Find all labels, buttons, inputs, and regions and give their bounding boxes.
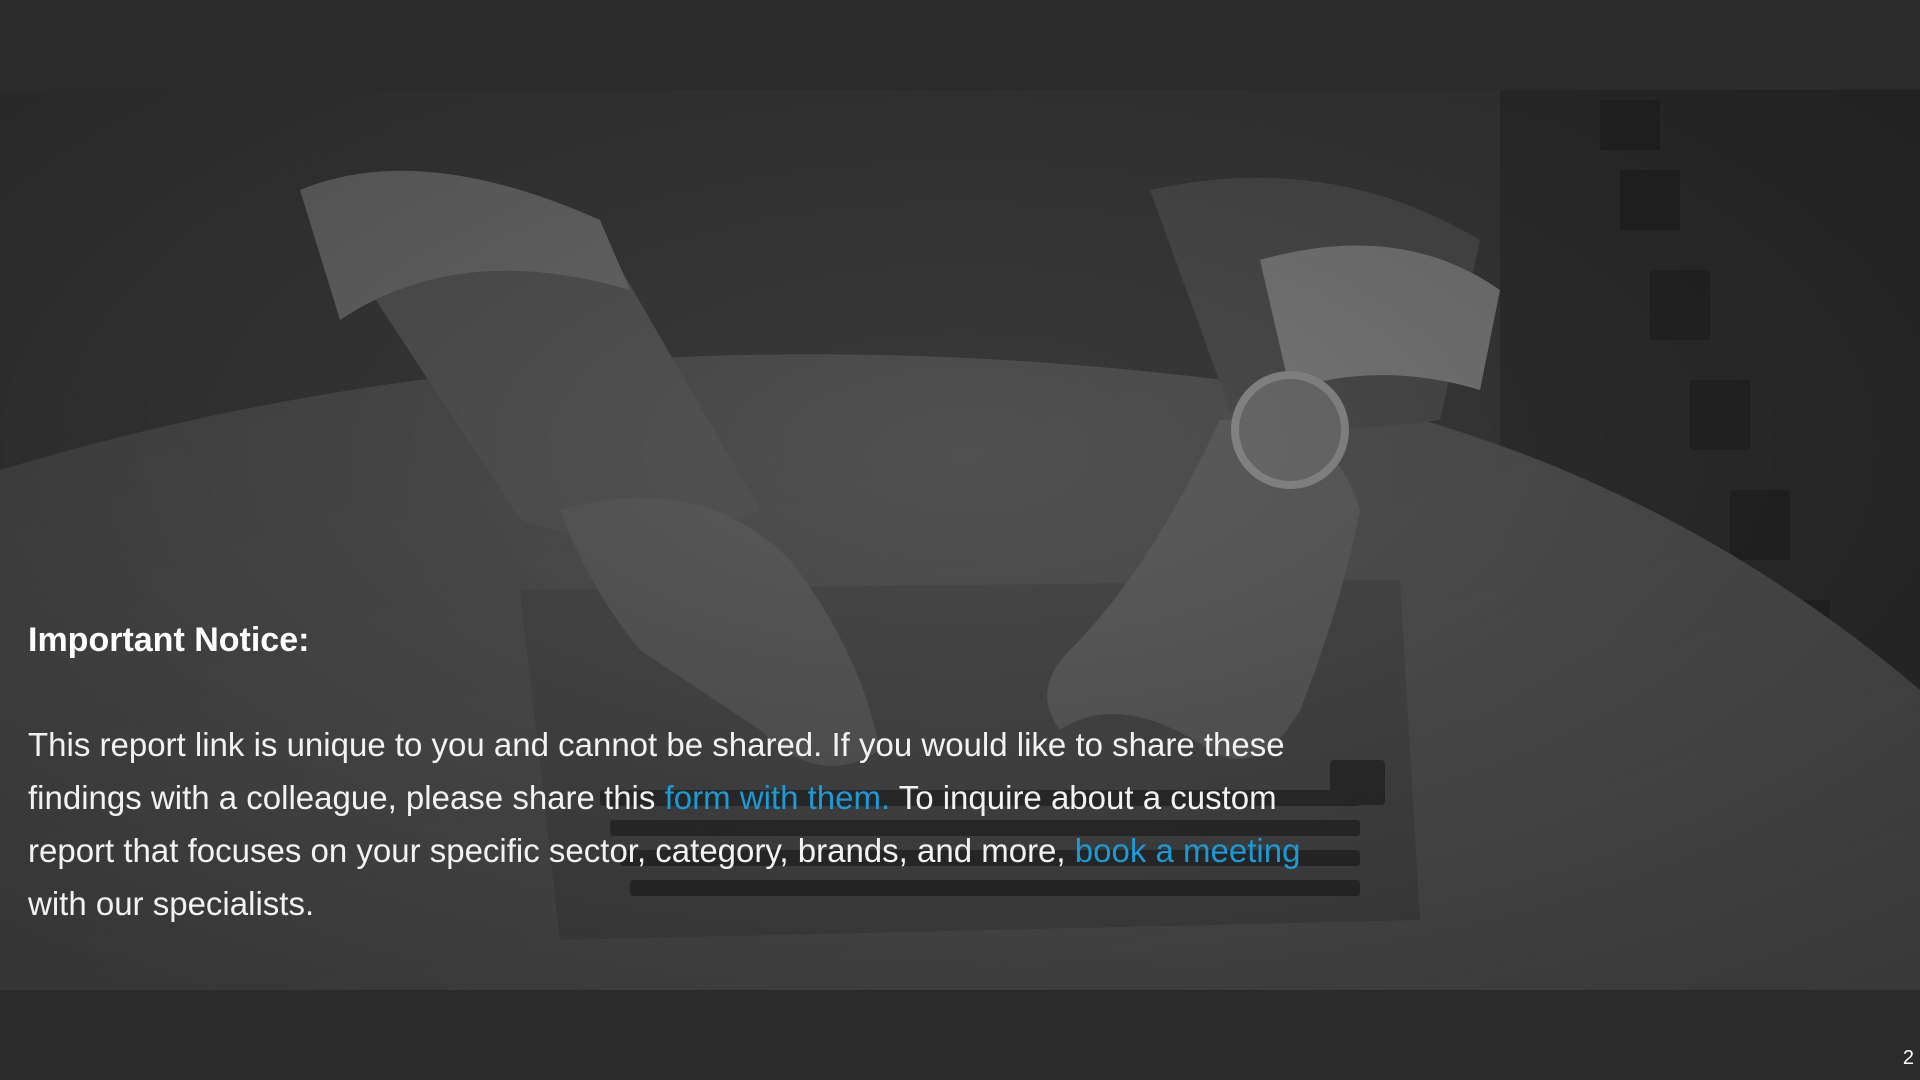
bottom-bar xyxy=(0,990,1920,1080)
notice-title: Important Notice: xyxy=(28,621,310,659)
top-bar xyxy=(0,0,1920,90)
slide-page: Important Notice: This report link is un… xyxy=(0,0,1920,1080)
book-meeting-link[interactable]: book a meeting xyxy=(1075,832,1301,869)
important-notice: Important Notice: This report link is un… xyxy=(28,612,1328,930)
notice-text-3: with our specialists. xyxy=(28,885,315,922)
notice-body: This report link is unique to you and ca… xyxy=(28,718,1328,930)
form-link[interactable]: form with them. xyxy=(665,779,891,816)
page-number: 2 xyxy=(1902,1047,1914,1069)
